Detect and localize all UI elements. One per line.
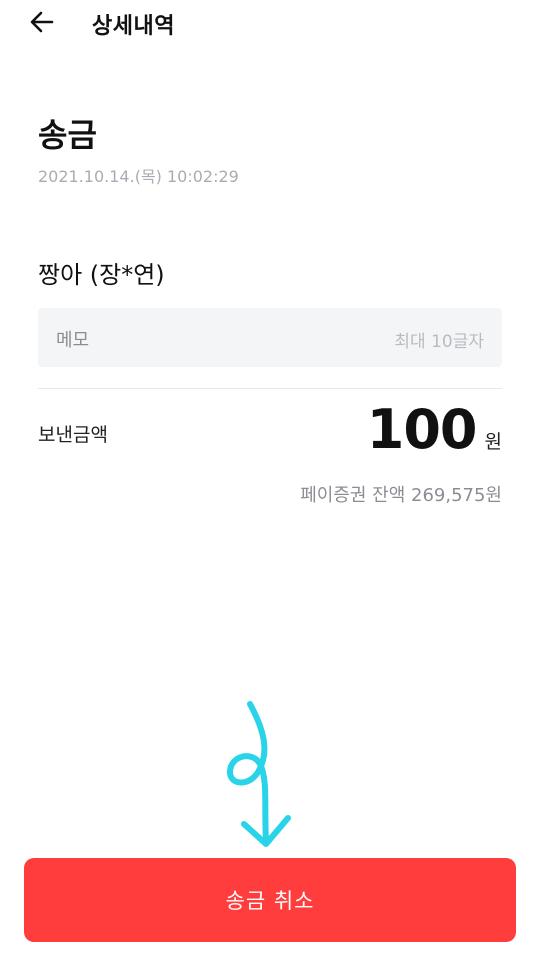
cancel-transfer-button[interactable]: 송금 취소 [24,858,516,942]
memo-input[interactable]: 메모 최대 10글자 [38,308,502,367]
hand-drawn-arrow-down-icon [227,701,291,847]
sent-amount-value: 100 [366,398,478,461]
divider [38,388,502,389]
sent-amount: 100 원 [366,398,502,461]
sent-amount-label: 보낸금액 [38,424,108,446]
recipient-name: 짱아 (장*연) [38,261,165,289]
app-header: 상세내역 [0,0,540,44]
transaction-datetime: 2021.10.14.(목) 10:02:29 [38,167,239,186]
arrow-left-icon [30,11,54,33]
memo-placeholder: 최대 10글자 [394,332,484,352]
sent-amount-unit: 원 [484,431,502,453]
cancel-transfer-label: 송금 취소 [225,889,315,913]
balance-text: 페이증권 잔액 269,575원 [300,485,502,506]
memo-label: 메모 [56,330,90,351]
back-button[interactable] [22,2,62,42]
page-title: 상세내역 [92,14,175,39]
transaction-type-title: 송금 [38,116,97,154]
